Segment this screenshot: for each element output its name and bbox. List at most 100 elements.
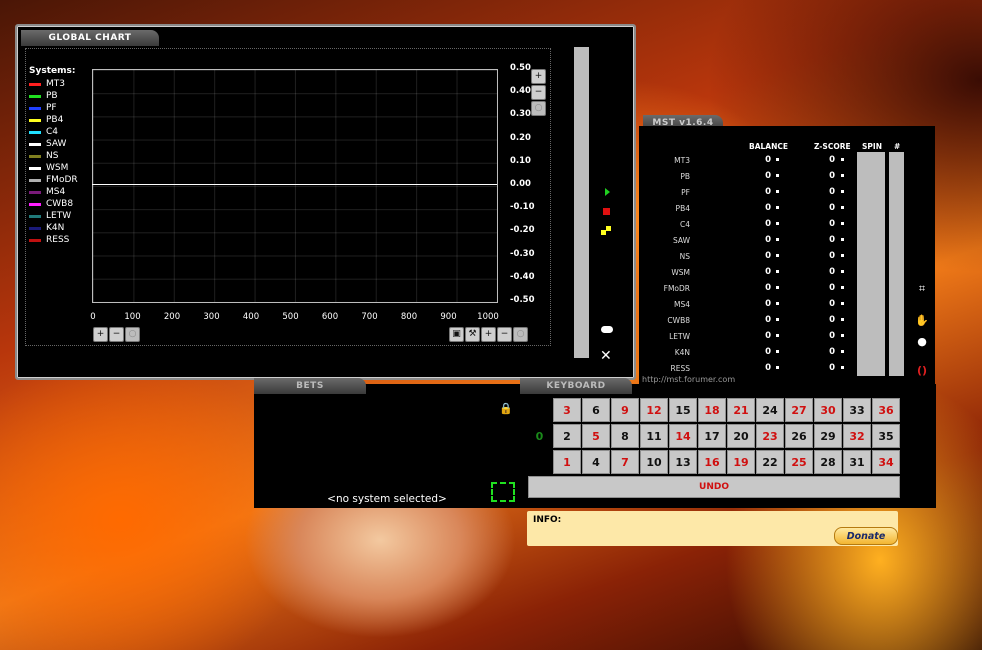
- mst-system-name[interactable]: PF: [640, 188, 690, 197]
- legend-item[interactable]: C4: [29, 126, 58, 138]
- legend-item[interactable]: PB: [29, 90, 58, 102]
- reset-icon[interactable]: (): [915, 364, 929, 377]
- number-key-31[interactable]: 31: [843, 450, 871, 474]
- legend-item[interactable]: CWB8: [29, 198, 73, 210]
- chart-scrollbar[interactable]: [574, 47, 589, 358]
- number-key-3[interactable]: 3: [553, 398, 581, 422]
- stop-icon[interactable]: [603, 208, 610, 215]
- chart-zoom-out-icon[interactable]: −: [497, 327, 512, 342]
- number-key-18[interactable]: 18: [698, 398, 726, 422]
- number-key-6[interactable]: 6: [582, 398, 610, 422]
- number-key-4[interactable]: 4: [582, 450, 610, 474]
- chart-zoom-in-icon[interactable]: +: [481, 327, 496, 342]
- number-key-5[interactable]: 5: [582, 424, 610, 448]
- legend-item[interactable]: MT3: [29, 78, 65, 90]
- number-key-12[interactable]: 12: [640, 398, 668, 422]
- number-key-9[interactable]: 9: [611, 398, 639, 422]
- comment-icon[interactable]: [601, 326, 613, 333]
- zscore-dot-icon: [841, 174, 844, 177]
- number-key-16[interactable]: 16: [698, 450, 726, 474]
- number-key-23[interactable]: 23: [756, 424, 784, 448]
- number-key-24[interactable]: 24: [756, 398, 784, 422]
- hand-icon[interactable]: ✋: [915, 314, 929, 327]
- number-key-35[interactable]: 35: [872, 424, 900, 448]
- number-key-36[interactable]: 36: [872, 398, 900, 422]
- number-key-27[interactable]: 27: [785, 398, 813, 422]
- chat-icon[interactable]: ●: [915, 335, 929, 348]
- balance-dot-icon: [776, 302, 779, 305]
- legend-item[interactable]: NS: [29, 150, 58, 162]
- number-key-10[interactable]: 10: [640, 450, 668, 474]
- mst-system-name[interactable]: PB: [640, 172, 690, 181]
- number-key-1[interactable]: 1: [553, 450, 581, 474]
- mst-system-name[interactable]: K4N: [640, 348, 690, 357]
- bets-lock-icon[interactable]: 🔒: [499, 402, 513, 415]
- x-zoom-out-icon[interactable]: −: [109, 327, 124, 342]
- number-key-34[interactable]: 34: [872, 450, 900, 474]
- legend-item[interactable]: PF: [29, 102, 57, 114]
- legend-item[interactable]: K4N: [29, 222, 64, 234]
- mst-system-name[interactable]: MS4: [640, 300, 690, 309]
- zscore-header: Z-SCORE: [814, 142, 851, 151]
- mst-system-name[interactable]: NS: [640, 252, 690, 261]
- mst-system-name[interactable]: PB4: [640, 204, 690, 213]
- number-key-28[interactable]: 28: [814, 450, 842, 474]
- number-key-11[interactable]: 11: [640, 424, 668, 448]
- mst-system-name[interactable]: WSM: [640, 268, 690, 277]
- systems-label: Systems:: [29, 66, 76, 76]
- mst-system-name[interactable]: SAW: [640, 236, 690, 245]
- number-key-25[interactable]: 25: [785, 450, 813, 474]
- zoom-out-icon[interactable]: −: [531, 85, 546, 100]
- mst-system-name[interactable]: LETW: [640, 332, 690, 341]
- legend-item[interactable]: FMoDR: [29, 174, 78, 186]
- number-key-20[interactable]: 20: [727, 424, 755, 448]
- close-icon[interactable]: ✕: [600, 348, 612, 364]
- legend-item[interactable]: WSM: [29, 162, 68, 174]
- number-key-8[interactable]: 8: [611, 424, 639, 448]
- number-key-29[interactable]: 29: [814, 424, 842, 448]
- legend-swatch: [29, 202, 41, 206]
- number-key-30[interactable]: 30: [814, 398, 842, 422]
- number-key-32[interactable]: 32: [843, 424, 871, 448]
- number-key-19[interactable]: 19: [727, 450, 755, 474]
- number-key-21[interactable]: 21: [727, 398, 755, 422]
- number-key-15[interactable]: 15: [669, 398, 697, 422]
- zoom-reset-icon[interactable]: ○: [531, 101, 546, 116]
- number-key-33[interactable]: 33: [843, 398, 871, 422]
- number-key-7[interactable]: 7: [611, 450, 639, 474]
- legend-item[interactable]: RESS: [29, 234, 69, 246]
- global-chart-tab[interactable]: GLOBAL CHART: [21, 30, 159, 46]
- legend-item[interactable]: SAW: [29, 138, 66, 150]
- save-icon[interactable]: ▣: [449, 327, 464, 342]
- legend-item[interactable]: PB4: [29, 114, 63, 126]
- mst-system-name[interactable]: FMoDR: [640, 284, 690, 293]
- mst-system-name[interactable]: MT3: [640, 156, 690, 165]
- mst-system-name[interactable]: C4: [640, 220, 690, 229]
- number-key-13[interactable]: 13: [669, 450, 697, 474]
- keyboard-tab[interactable]: KEYBOARD: [520, 378, 632, 394]
- legend-item[interactable]: LETW: [29, 210, 71, 222]
- number-key-26[interactable]: 26: [785, 424, 813, 448]
- number-key-0[interactable]: 0: [528, 398, 551, 474]
- spin-column: [857, 152, 885, 376]
- number-key-14[interactable]: 14: [669, 424, 697, 448]
- zoom-in-icon[interactable]: +: [531, 69, 546, 84]
- forum-link[interactable]: http://mst.forumer.com: [642, 375, 735, 384]
- donate-button[interactable]: Donate: [834, 527, 898, 545]
- mst-system-name[interactable]: RESS: [640, 364, 690, 373]
- number-key-2[interactable]: 2: [553, 424, 581, 448]
- bets-tab[interactable]: BETS: [254, 378, 366, 394]
- number-key-22[interactable]: 22: [756, 450, 784, 474]
- undo-button[interactable]: UNDO: [528, 476, 900, 498]
- chart-zoom-reset-icon[interactable]: ○: [513, 327, 528, 342]
- play-icon[interactable]: [605, 188, 610, 196]
- mst-zscore-value: 0: [829, 267, 835, 277]
- grid-icon[interactable]: ⌗: [915, 282, 929, 296]
- x-zoom-in-icon[interactable]: +: [93, 327, 108, 342]
- x-zoom-reset-icon[interactable]: ○: [125, 327, 140, 342]
- mst-system-name[interactable]: CWB8: [640, 316, 690, 325]
- legend-item[interactable]: MS4: [29, 186, 65, 198]
- wrench-icon[interactable]: ⚒: [465, 327, 480, 342]
- pattern-icon[interactable]: [601, 226, 611, 236]
- number-key-17[interactable]: 17: [698, 424, 726, 448]
